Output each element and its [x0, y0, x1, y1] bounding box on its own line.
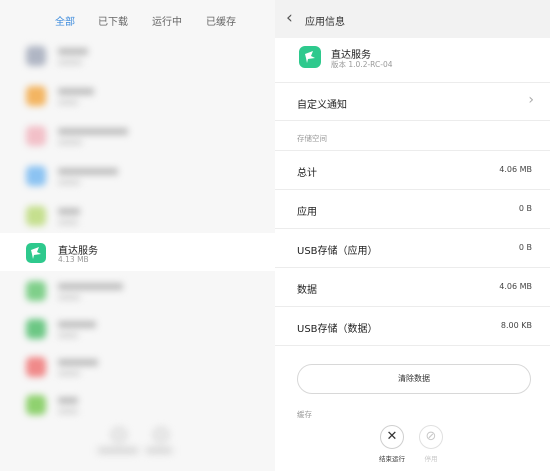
list-item: [0, 196, 275, 236]
app-summary: 直达服务 版本 1.0.2-RC-04: [275, 38, 550, 80]
close-x-icon: ✕: [380, 425, 404, 449]
bird-app-icon: [26, 243, 46, 263]
divider: [275, 345, 550, 346]
data-value: 4.06 MB: [499, 282, 532, 291]
tab-all[interactable]: 全部: [55, 13, 75, 28]
force-stop-button[interactable]: ✕ 结束运行: [372, 425, 412, 463]
app-size: 4.13 MB: [58, 255, 89, 264]
disable-label: 停用: [424, 455, 438, 463]
storage-section-header: 存储空间: [275, 120, 550, 150]
total-label: 总计: [297, 168, 317, 179]
list-item: [0, 36, 275, 76]
force-stop-label: 结束运行: [379, 455, 405, 463]
disabled-circle-icon: ⊘: [419, 425, 443, 449]
storage-usb-data-row: USB存储（数据） 8.00 KB: [275, 306, 550, 344]
disable-button[interactable]: ⊘ 停用: [411, 425, 451, 463]
list-item: [0, 347, 275, 387]
back-chevron-icon[interactable]: ‹: [286, 8, 293, 28]
chevron-right-icon: ›: [528, 92, 534, 108]
blurred-bottom-buttons: [80, 420, 190, 460]
app-size-value: 0 B: [518, 204, 532, 213]
tab-running[interactable]: 运行中: [152, 13, 182, 28]
usb-data-value: 8.00 KB: [500, 321, 532, 330]
list-item: [0, 116, 275, 156]
storage-usb-app-row: USB存储（应用） 0 B: [275, 228, 550, 266]
usb-app-label: USB存储（应用）: [297, 246, 378, 257]
app-version: 版本 1.0.2-RC-04: [331, 60, 393, 69]
bird-app-icon: [299, 46, 321, 68]
app-list-tabs: 全部 已下载 运行中 已缓存: [0, 0, 275, 40]
app-info-panel: ‹ 应用信息 直达服务 版本 1.0.2-RC-04 自定义通知 › 存储空间 …: [275, 0, 550, 471]
bottom-actions: ✕ 结束运行 ⊘ 停用: [275, 417, 550, 471]
clear-data-button[interactable]: 清除数据: [297, 364, 531, 394]
list-item: [0, 271, 275, 311]
app-list-panel: 全部 已下载 运行中 已缓存 直达服务 4.13 MB: [0, 0, 275, 471]
usb-data-label: USB存储（数据）: [297, 324, 378, 335]
custom-notification-row[interactable]: 自定义通知 ›: [275, 82, 550, 120]
custom-notification-label: 自定义通知: [297, 100, 347, 111]
data-label: 数据: [297, 285, 317, 296]
total-value: 4.06 MB: [499, 165, 532, 174]
list-item: [0, 156, 275, 196]
list-item: [0, 309, 275, 349]
list-item: [0, 385, 275, 425]
tab-downloaded[interactable]: 已下载: [98, 13, 128, 28]
usb-app-value: 0 B: [518, 243, 532, 252]
storage-total-row: 总计 4.06 MB: [275, 150, 550, 188]
storage-section-label: 存储空间: [297, 134, 327, 143]
app-size-label: 应用: [297, 207, 317, 218]
app-info-header: ‹ 应用信息: [275, 0, 550, 38]
list-item: [0, 76, 275, 116]
page-title: 应用信息: [305, 17, 345, 28]
storage-app-row: 应用 0 B: [275, 189, 550, 227]
storage-data-row: 数据 4.06 MB: [275, 267, 550, 305]
tab-cached[interactable]: 已缓存: [206, 13, 236, 28]
list-item-highlighted[interactable]: 直达服务 4.13 MB: [0, 233, 275, 271]
